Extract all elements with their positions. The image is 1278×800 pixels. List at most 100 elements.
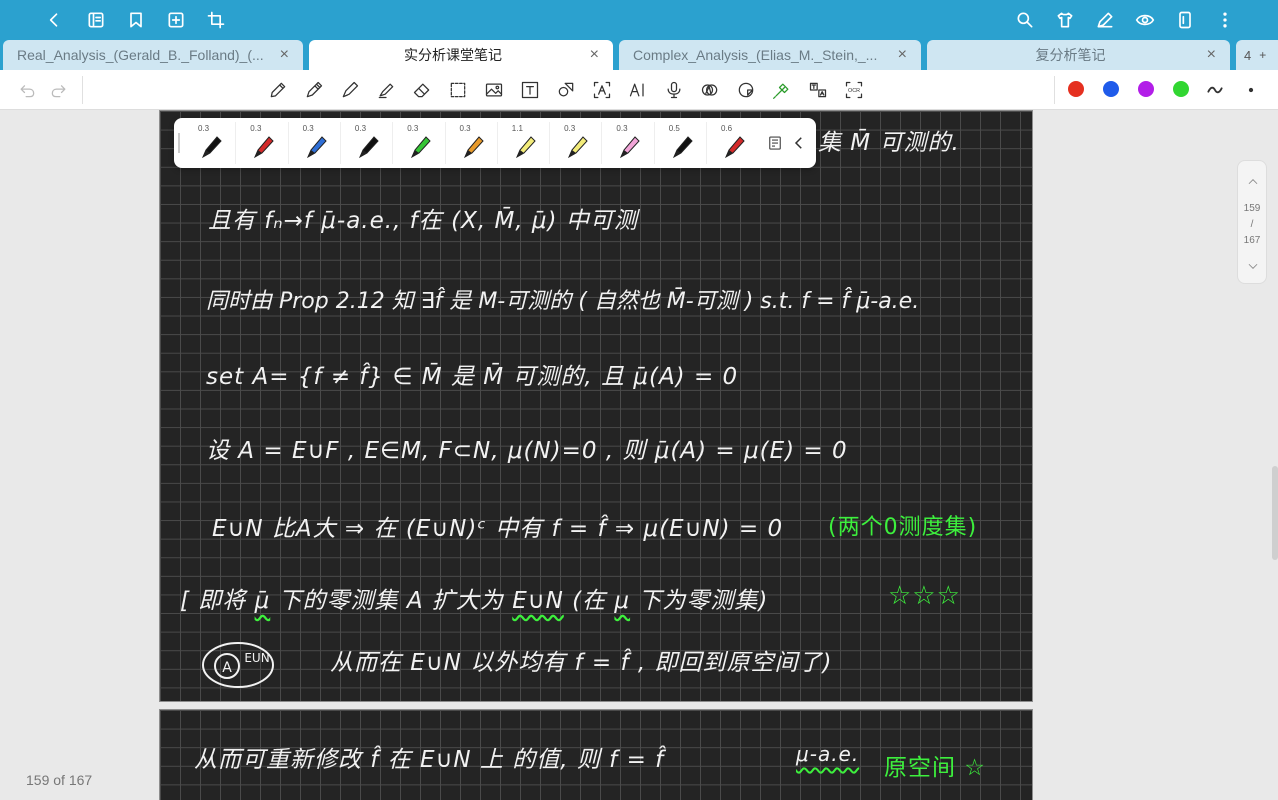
note-line: 且有 fₙ→f μ̄-a.e., f在 (X, M̄, μ̄) 中可测 bbox=[208, 208, 638, 234]
stroke-style-icon[interactable] bbox=[1204, 79, 1226, 101]
pen-icon[interactable] bbox=[303, 79, 325, 101]
diagram-label: EUN bbox=[244, 651, 269, 665]
ocr-icon[interactable]: OCR bbox=[843, 79, 865, 101]
pen-preset[interactable]: 0.3 bbox=[550, 118, 602, 168]
page-indicator: 159 of 167 bbox=[26, 772, 93, 788]
divider bbox=[549, 122, 551, 164]
note-text: [ 即将 bbox=[180, 588, 255, 614]
ai-icon[interactable] bbox=[627, 79, 649, 101]
pen-preset[interactable]: 0.3 bbox=[446, 118, 498, 168]
pen-icon bbox=[463, 136, 484, 159]
undo-icon[interactable] bbox=[16, 79, 38, 101]
divider bbox=[1054, 76, 1055, 104]
redo-icon[interactable] bbox=[48, 79, 70, 101]
tab-count-button[interactable]: 4 + bbox=[1236, 40, 1278, 70]
translate-icon[interactable] bbox=[807, 79, 829, 101]
chevron-down-icon[interactable] bbox=[1246, 259, 1260, 273]
text-box-icon[interactable] bbox=[519, 79, 541, 101]
outline-icon[interactable] bbox=[84, 8, 108, 32]
laser-pointer-icon[interactable] bbox=[771, 79, 793, 101]
dot-size-icon[interactable] bbox=[1240, 79, 1262, 101]
search-icon[interactable] bbox=[1013, 8, 1037, 32]
note-page-159[interactable]: 集 M̄ 可测的. 且有 fₙ→f μ̄-a.e., f在 (X, M̄, μ̄… bbox=[159, 110, 1033, 702]
blue-color-swatch[interactable] bbox=[1103, 81, 1119, 97]
fountain-pen-icon[interactable] bbox=[339, 79, 361, 101]
text-recognition-icon[interactable] bbox=[591, 79, 613, 101]
divider bbox=[706, 122, 707, 164]
note-line: set A= {f ≠ f̂} ∈ M̄ 是 M̄ 可测的, 且 μ̄(A) =… bbox=[206, 364, 739, 390]
close-icon[interactable]: × bbox=[583, 46, 599, 64]
tab-real-analysis-book[interactable]: Real_Analysis_(Gerald_B._Folland)_(... × bbox=[3, 40, 303, 70]
pen-preset[interactable]: 0.3 bbox=[393, 118, 445, 168]
tab-label: 复分析笔记 bbox=[1035, 47, 1106, 63]
note-line: 同时由 Prop 2.12 知 ∃f̂ 是 M-可测的 ( 自然也 M̄-可测 … bbox=[206, 289, 920, 314]
note-text: (在 bbox=[563, 588, 615, 614]
note-text: μ-a.e. bbox=[796, 742, 860, 766]
green-annotation: (两个0测度集) bbox=[828, 515, 978, 540]
tab-complex-analysis-notes[interactable]: 复分析笔记 × bbox=[927, 40, 1230, 70]
divider bbox=[601, 122, 603, 164]
image-icon[interactable] bbox=[483, 79, 505, 101]
highlighter-icon[interactable] bbox=[375, 79, 397, 101]
divider bbox=[235, 122, 237, 164]
scrollbar-thumb[interactable] bbox=[1272, 466, 1278, 560]
close-icon[interactable]: × bbox=[891, 46, 907, 64]
note-text: 下为零测集) bbox=[630, 588, 769, 614]
tab-bar: Real_Analysis_(Gerald_B._Folland)_(... ×… bbox=[0, 40, 1278, 70]
divider bbox=[444, 122, 446, 164]
pen-mode-icon[interactable] bbox=[1093, 8, 1117, 32]
pen-preset[interactable]: 0.3 bbox=[602, 118, 654, 168]
divider bbox=[392, 122, 394, 164]
device-icon[interactable] bbox=[1173, 8, 1197, 32]
microphone-icon[interactable] bbox=[663, 79, 685, 101]
pen-preset[interactable]: 0.3 bbox=[184, 118, 236, 168]
bookmark-icon[interactable] bbox=[124, 8, 148, 32]
note-line: μ-a.e. bbox=[796, 742, 859, 766]
pen-preset[interactable]: 0.5 bbox=[655, 118, 707, 168]
note-page-160[interactable]: 从而可重新修改 f̂ 在 E∪N 上 的值, 则 f = f̂ μ-a.e. 原… bbox=[159, 709, 1033, 800]
note-text: E∪N bbox=[512, 588, 564, 614]
sticker-icon[interactable] bbox=[735, 79, 757, 101]
drag-handle[interactable] bbox=[178, 133, 180, 153]
pen-preset[interactable]: 0.3 bbox=[236, 118, 288, 168]
close-icon[interactable]: × bbox=[273, 46, 289, 64]
green-color-swatch[interactable] bbox=[1173, 81, 1189, 97]
collapse-palette-icon[interactable] bbox=[790, 134, 808, 152]
note-text: μ bbox=[614, 588, 631, 614]
red-color-swatch[interactable] bbox=[1068, 81, 1084, 97]
plus-icon: + bbox=[1259, 48, 1267, 62]
crop-icon[interactable] bbox=[204, 8, 228, 32]
pen-preset[interactable]: 0.3 bbox=[341, 118, 393, 168]
eye-icon[interactable] bbox=[1133, 8, 1157, 32]
divider bbox=[496, 122, 498, 164]
pen-icon bbox=[306, 136, 327, 159]
shape-icon[interactable] bbox=[555, 79, 577, 101]
divider bbox=[287, 122, 289, 164]
more-icon[interactable] bbox=[1213, 8, 1237, 32]
chevron-up-icon[interactable] bbox=[1246, 175, 1260, 189]
lasso-select-icon[interactable] bbox=[447, 79, 469, 101]
tool-row: OCR bbox=[0, 70, 1278, 110]
page-scroll-indicator[interactable]: 159 / 167 bbox=[1237, 160, 1267, 284]
pen-preset[interactable]: 0.6 bbox=[707, 118, 759, 168]
tab-label: Complex_Analysis_(Elias_M._Stein,_... bbox=[633, 47, 878, 63]
note-line: [ 即将 μ̄ 下的零测集 A 扩大为 E∪N (在 μ 下为零测集) bbox=[180, 581, 768, 615]
eraser-icon[interactable] bbox=[411, 79, 433, 101]
tab-real-analysis-notes[interactable]: 实分析课堂笔记 × bbox=[309, 40, 613, 70]
note-line: 集 M̄ 可测的. bbox=[818, 130, 960, 156]
tab-complex-analysis-book[interactable]: Complex_Analysis_(Elias_M._Stein,_... × bbox=[619, 40, 921, 70]
shirt-icon[interactable] bbox=[1053, 8, 1077, 32]
green-annotation: 原空间 ☆ bbox=[884, 755, 986, 781]
pen-preset[interactable]: 1.1 bbox=[498, 118, 550, 168]
note-line: 设 A = E∪F , E∈M, F⊂N, μ(N)=0 , 则 μ̄(A) =… bbox=[206, 438, 848, 464]
pen-preset[interactable]: 0.3 bbox=[289, 118, 341, 168]
purple-color-swatch[interactable] bbox=[1138, 81, 1154, 97]
handwriting-icon[interactable] bbox=[699, 79, 721, 101]
palette-settings-icon[interactable] bbox=[766, 134, 784, 152]
close-icon[interactable]: × bbox=[1200, 46, 1216, 64]
diagram-label: A bbox=[222, 660, 232, 676]
tab-count: 4 bbox=[1244, 47, 1252, 63]
back-icon[interactable] bbox=[42, 8, 66, 32]
pencil-icon[interactable] bbox=[267, 79, 289, 101]
add-page-icon[interactable] bbox=[164, 8, 188, 32]
